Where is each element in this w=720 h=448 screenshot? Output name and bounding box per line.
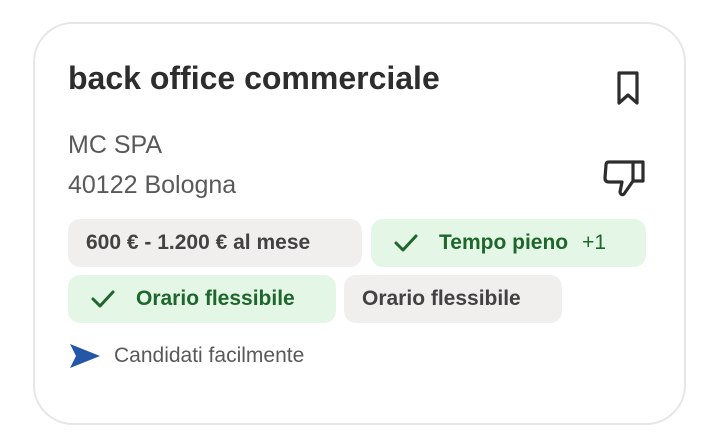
easy-apply-badge: Candidati facilmente (68, 342, 304, 370)
check-icon (90, 286, 116, 312)
easy-apply-label: Candidati facilmente (114, 344, 305, 367)
schedule-label: Orario flessibile (362, 287, 521, 310)
job-type-chip: Tempo pieno +1 (371, 219, 646, 267)
job-location: 40122 Bologna (68, 171, 237, 199)
send-arrow-icon (68, 342, 102, 370)
thumbs-down-icon (603, 160, 645, 197)
company-name: MC SPA (68, 131, 162, 159)
schedule-chip-match: Orario flessibile (68, 275, 336, 323)
schedule-chip: Orario flessibile (344, 275, 562, 323)
check-icon (393, 230, 419, 256)
job-title[interactable]: back office commerciale (68, 60, 440, 97)
job-card[interactable]: back office commerciale MC SPA 40122 Bol… (33, 22, 686, 425)
salary-chip: 600 € - 1.200 € al mese (68, 219, 362, 267)
not-interested-button[interactable] (601, 154, 649, 202)
schedule-label: Orario flessibile (136, 287, 295, 310)
salary-label: 600 € - 1.200 € al mese (86, 231, 311, 254)
more-count: +1 (582, 231, 607, 254)
save-job-button[interactable] (604, 64, 652, 112)
bookmark-icon (617, 71, 639, 105)
job-type-label: Tempo pieno (439, 231, 569, 254)
